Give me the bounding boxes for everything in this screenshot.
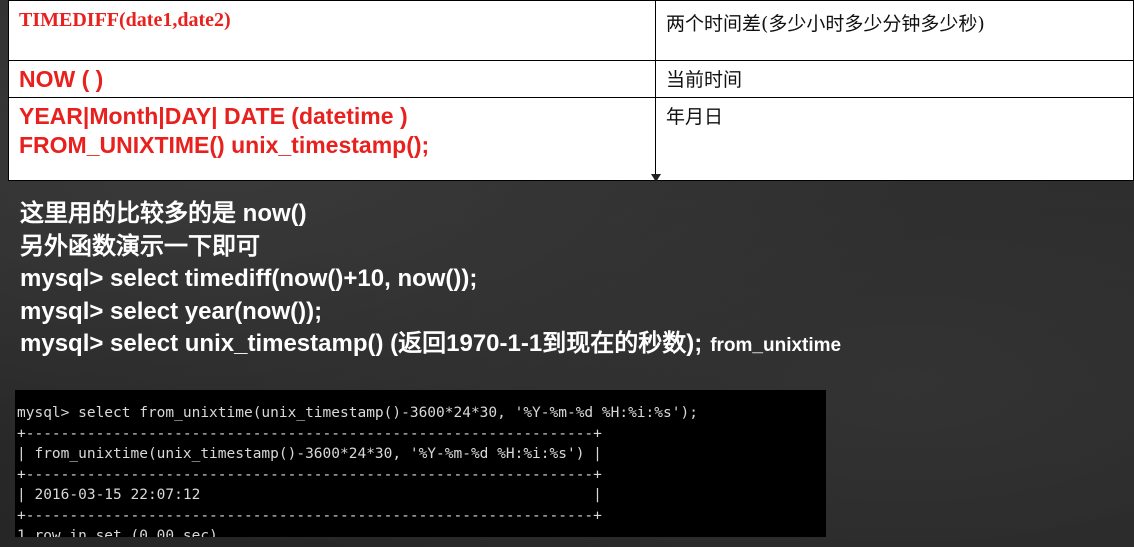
notes-text: 这里用的比较多的是 now() 另外函数演示一下即可 mysql> select… xyxy=(20,198,841,363)
arrow-down-icon xyxy=(651,174,661,182)
function-description: 两个时间差(多少小时多少分钟多少秒) xyxy=(666,13,985,35)
function-name: NOW ( ) xyxy=(19,66,104,92)
function-name: TIMEDIFF(date1,date2) xyxy=(19,9,231,31)
function-cell: NOW ( ) xyxy=(8,60,656,98)
function-name: FROM_UNIXTIME() unix_timestamp(); xyxy=(19,132,430,158)
function-description: 当前时间 xyxy=(666,69,743,91)
table-row: YEAR|Month|DAY| DATE (datetime ) FROM_UN… xyxy=(8,97,1134,181)
table-row: TIMEDIFF(date1,date2) 两个时间差(多少小时多少分钟多少秒) xyxy=(8,0,1134,61)
terminal-line: | from_unixtime(unix_timestamp()-3600*24… xyxy=(17,446,602,462)
sql-example-text: mysql> select unix_timestamp() (返回1970-1… xyxy=(20,330,703,357)
function-cell: TIMEDIFF(date1,date2) xyxy=(8,0,656,61)
terminal-line: +---------------------------------------… xyxy=(17,508,602,524)
description-cell: 年月日 xyxy=(655,97,1134,181)
description-cell: 两个时间差(多少小时多少分钟多少秒) xyxy=(655,0,1134,61)
note-line: 另外函数演示一下即可 xyxy=(20,232,260,260)
sql-example: mysql> select timediff(now()+10, now()); xyxy=(20,265,478,292)
function-cell: YEAR|Month|DAY| DATE (datetime ) FROM_UN… xyxy=(8,97,656,181)
table-row: NOW ( ) 当前时间 xyxy=(8,60,1134,98)
function-description: 年月日 xyxy=(666,106,724,128)
terminal-line: 1 row in set (0.00 sec) xyxy=(17,528,218,537)
terminal-line: +---------------------------------------… xyxy=(17,426,602,442)
function-name: YEAR|Month|DAY| DATE (datetime ) xyxy=(19,103,408,129)
terminal-line: +---------------------------------------… xyxy=(17,467,602,483)
terminal-line: | 2016-03-15 22:07:12 | xyxy=(17,487,602,503)
terminal-line: mysql> select from_unixtime(unix_timesta… xyxy=(17,405,698,421)
hint-text: from_unixtime xyxy=(710,335,842,356)
sql-example: mysql> select unix_timestamp() (返回1970-1… xyxy=(20,328,841,363)
function-table: TIMEDIFF(date1,date2) 两个时间差(多少小时多少分钟多少秒)… xyxy=(8,0,1134,181)
note-line: 这里用的比较多的是 now() xyxy=(20,200,307,227)
sql-example: mysql> select year(now()); xyxy=(20,297,323,325)
description-cell: 当前时间 xyxy=(655,60,1134,98)
terminal-window: mysql> select from_unixtime(unix_timesta… xyxy=(15,390,826,537)
